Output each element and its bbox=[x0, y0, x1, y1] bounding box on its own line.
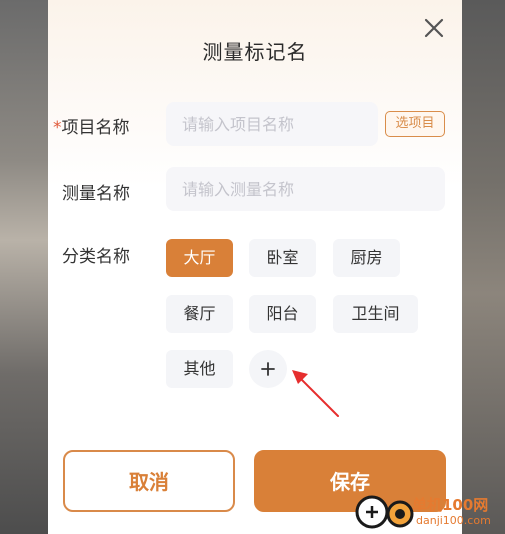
category-chip-dining-room[interactable]: 餐厅 bbox=[166, 295, 233, 333]
measure-mark-dialog: 测量标记名 *项目名称 选项目 测量名称 分类名称 大厅 卧室 厨房 餐厅 阳台… bbox=[48, 0, 462, 534]
category-chip-bedroom[interactable]: 卧室 bbox=[249, 239, 316, 277]
measure-name-input[interactable] bbox=[166, 167, 445, 211]
project-name-input[interactable] bbox=[166, 102, 378, 146]
project-name-label: *项目名称 bbox=[53, 113, 130, 138]
category-chip-kitchen[interactable]: 厨房 bbox=[333, 239, 400, 277]
category-chip-balcony[interactable]: 阳台 bbox=[249, 295, 316, 333]
watermark: 单机100网 danji100.com bbox=[354, 492, 504, 532]
select-project-button[interactable]: 选项目 bbox=[385, 111, 445, 137]
category-name-label: 分类名称 bbox=[62, 247, 130, 267]
close-button[interactable] bbox=[420, 14, 448, 42]
project-name-label-text: 项目名称 bbox=[61, 118, 130, 138]
category-chip-living-room[interactable]: 大厅 bbox=[166, 239, 233, 277]
cancel-button[interactable]: 取消 bbox=[63, 450, 235, 512]
measure-name-label: 测量名称 bbox=[62, 184, 130, 204]
background-left-edge bbox=[0, 0, 48, 534]
close-icon bbox=[424, 18, 444, 38]
required-mark: * bbox=[53, 118, 62, 138]
plus-icon bbox=[261, 362, 275, 376]
dialog-title: 测量标记名 bbox=[202, 40, 308, 64]
watermark-logo-icon bbox=[355, 495, 414, 529]
watermark-name: 单机100网 bbox=[412, 496, 489, 514]
category-chip-other[interactable]: 其他 bbox=[166, 350, 233, 388]
watermark-url: danji100.com bbox=[416, 514, 491, 527]
category-chip-bathroom[interactable]: 卫生间 bbox=[333, 295, 418, 333]
background-right-edge bbox=[457, 0, 505, 534]
add-category-button[interactable] bbox=[249, 350, 287, 388]
